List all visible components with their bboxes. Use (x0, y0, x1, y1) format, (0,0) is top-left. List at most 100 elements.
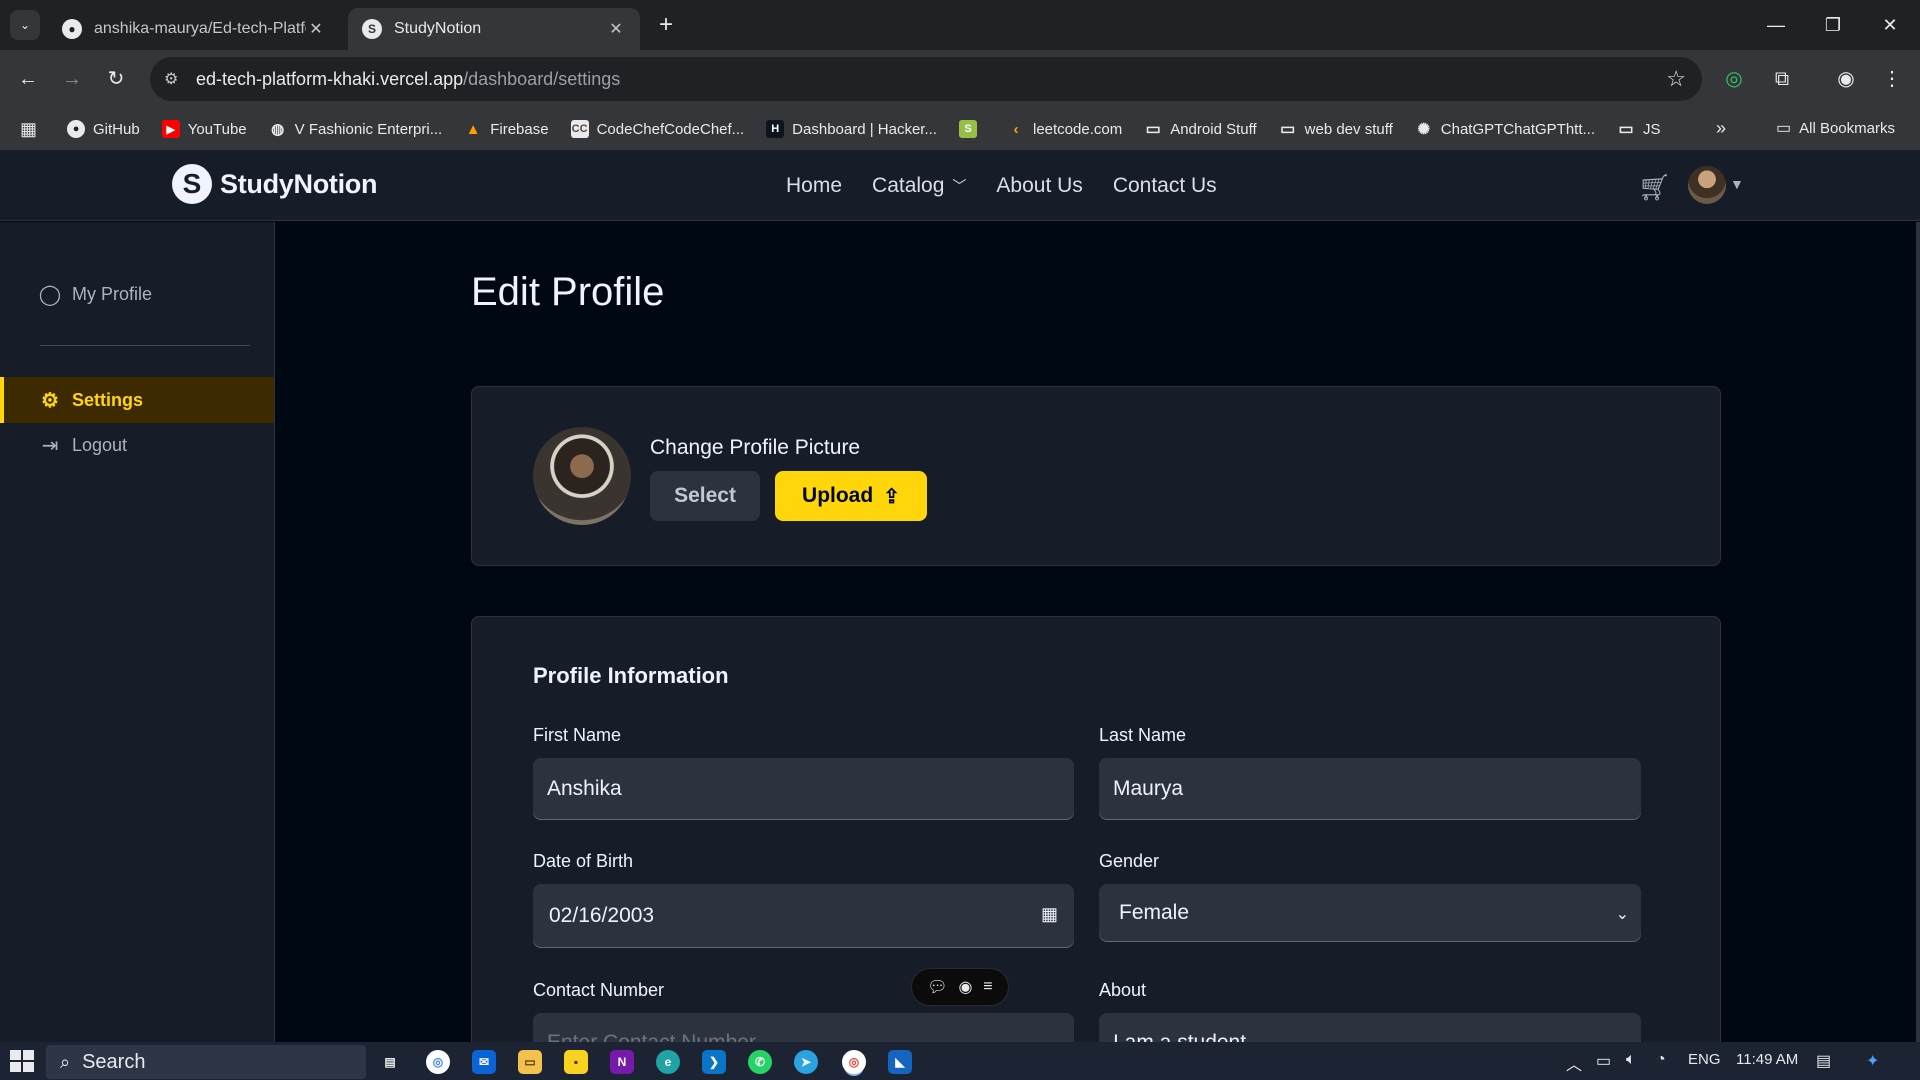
wifi-icon[interactable]: ◔ (1656, 1051, 1666, 1069)
sidebar-item-logout[interactable]: ⇥ Logout (0, 422, 274, 468)
sidebar-item-my-profile[interactable]: ◯ My Profile (0, 271, 274, 317)
bookmark-leetcode[interactable]: ‹ leetcode.com (1007, 120, 1122, 138)
notifications-icon[interactable]: ▤ (1816, 1051, 1831, 1071)
restore-icon[interactable]: ❐ (1815, 10, 1851, 40)
clock[interactable]: 11:49 AM (1736, 1051, 1798, 1068)
close-icon[interactable]: ✕ (606, 19, 626, 39)
address-bar[interactable]: ⚙ ed-tech-platform-khaki.vercel.app/dash… (150, 57, 1702, 101)
site-info-icon[interactable]: ⚙ (164, 69, 178, 89)
page-scrollbar[interactable] (1916, 222, 1920, 1042)
bookmark-codechef[interactable]: CC CodeChefCodeChef... (570, 120, 744, 138)
copilot-icon[interactable]: ✦ (1866, 1051, 1879, 1071)
page-title: Edit Profile (471, 270, 665, 314)
nav-catalog[interactable]: Catalog ﹀ (872, 174, 966, 198)
bookmark-youtube[interactable]: ▶ YouTube (161, 120, 247, 138)
back-icon[interactable]: ← (12, 63, 44, 95)
tab-search-button[interactable]: ⌄ (10, 10, 40, 40)
search-icon: ⌕ (60, 1051, 71, 1072)
chrome-icon[interactable]: ◎ (426, 1050, 450, 1074)
volume-icon[interactable]: 🔈︎ (1626, 1051, 1636, 1069)
mail-icon[interactable]: ✉ (472, 1050, 496, 1074)
profile-icon[interactable]: ◉ (1830, 63, 1862, 95)
url-path: /dashboard/settings (463, 68, 621, 89)
bookmark-label: GitHub (93, 120, 140, 138)
list-icon[interactable]: ≡ (983, 978, 992, 996)
windows-start-icon[interactable] (10, 1050, 34, 1072)
user-circle-icon: ◯ (38, 283, 62, 306)
bookmark-github[interactable]: ● GitHub (67, 120, 140, 138)
vscode-icon[interactable]: ❯ (702, 1050, 726, 1074)
chevron-down-icon: ﹀ (952, 178, 967, 194)
upload-button[interactable]: Upload ⇪ (775, 471, 927, 521)
chatgpt-icon: ✺ (1417, 121, 1431, 138)
brand-logo[interactable]: S StudyNotion (172, 164, 377, 204)
cart-icon[interactable]: 🛒︎ (1638, 172, 1671, 203)
dob-field[interactable]: 02/16/2003 ▦ (533, 884, 1074, 948)
tab-title: StudyNotion (394, 20, 482, 37)
last-name-label: Last Name (1099, 725, 1187, 745)
gender-label: Gender (1099, 851, 1160, 871)
bookmark-firebase[interactable]: ▲ Firebase (464, 120, 549, 138)
new-tab-button[interactable]: + (652, 12, 680, 40)
tab-studynotion[interactable]: S StudyNotion ✕ (348, 8, 640, 50)
apps-grid-icon[interactable]: ▦ (20, 119, 37, 140)
extensions-icon[interactable]: ⧉ (1766, 63, 1798, 95)
gender-select[interactable]: Female ⌄ (1099, 884, 1641, 942)
photos-icon[interactable]: ◣ (888, 1050, 912, 1074)
logout-icon: ⇥ (41, 434, 59, 457)
caret-down-icon[interactable]: ▼ (1730, 176, 1744, 192)
telegram-icon[interactable]: ➤ (794, 1050, 818, 1074)
eye-icon[interactable]: ◉ (958, 977, 972, 997)
forward-icon[interactable]: → (56, 63, 88, 95)
nav-about[interactable]: About Us (996, 174, 1082, 198)
bookmark-label: ChatGPTChatGPThtt... (1440, 120, 1595, 138)
select-button[interactable]: Select (650, 471, 760, 521)
more-bookmarks-icon[interactable]: » (1716, 118, 1726, 139)
close-icon[interactable]: ✕ (306, 19, 326, 39)
bookmark-label: leetcode.com (1032, 120, 1123, 138)
taskbar-search-label: Search (82, 1050, 146, 1073)
whatsapp-icon[interactable]: ✆ (748, 1050, 772, 1074)
bookmark-web-dev-stuff[interactable]: ▭ web dev stuff (1279, 120, 1393, 139)
studynotion-icon: S (362, 19, 382, 39)
last-name-value: Maurya (1113, 777, 1184, 800)
menu-kebab-icon[interactable]: ⋮ (1876, 63, 1908, 95)
bookmark-shopify[interactable]: S (958, 120, 985, 138)
minimize-icon[interactable]: — (1758, 10, 1794, 40)
language-indicator[interactable]: ENG (1688, 1051, 1721, 1068)
nav-contact[interactable]: Contact Us (1113, 174, 1217, 198)
grammarly-icon[interactable]: ◎ (1718, 63, 1750, 95)
bookmark-chatgpt[interactable]: ✺ ChatGPTChatGPThtt... (1415, 120, 1595, 139)
bookmark-label: web dev stuff (1304, 120, 1393, 138)
chrome-active-icon[interactable]: ◎ (842, 1050, 866, 1074)
calendar-icon[interactable]: ▦ (1041, 904, 1058, 925)
bookmark-label: YouTube (187, 120, 247, 138)
file-explorer-icon[interactable]: ▭ (518, 1050, 542, 1074)
comment-icon[interactable]: 💬︎ (927, 977, 947, 997)
last-name-field[interactable]: Maurya (1099, 758, 1641, 820)
battery-icon[interactable]: ▭ (1596, 1051, 1611, 1071)
taskbar-search[interactable]: ⌕ Search (46, 1045, 366, 1079)
bookmark-label: Firebase (490, 120, 549, 138)
bookmark-v-fashionic[interactable]: ◍ V Fashionic Enterpri... (269, 120, 442, 139)
upload-label: Upload (802, 484, 874, 507)
sidebar-item-settings[interactable]: ⚙ Settings (0, 377, 274, 423)
onenote-icon[interactable]: N (610, 1050, 634, 1074)
bookmark-hackerrank[interactable]: H Dashboard | Hacker... (766, 120, 937, 138)
tray-chevron-icon[interactable]: ︿ (1566, 1051, 1582, 1075)
all-bookmarks[interactable]: ▭ All Bookmarks (1776, 118, 1895, 138)
avatar[interactable] (1688, 166, 1726, 204)
bookmark-star-icon[interactable]: ☆ (1666, 66, 1686, 92)
window-close-icon[interactable]: ✕ (1872, 10, 1908, 40)
nav-home[interactable]: Home (786, 174, 842, 198)
github-icon: ● (67, 120, 86, 138)
task-view-icon[interactable]: ▤ (378, 1050, 402, 1074)
bookmark-android-stuff[interactable]: ▭ Android Stuff (1144, 120, 1257, 139)
reload-icon[interactable]: ↻ (100, 63, 132, 95)
edge-icon[interactable]: e (656, 1050, 680, 1074)
sticky-notes-icon[interactable]: ▪ (564, 1050, 588, 1074)
shopify-icon: S (958, 120, 977, 138)
bookmark-js[interactable]: ▭ JS (1617, 120, 1660, 139)
tab-github[interactable]: ● anshika-maurya/Ed-tech-Platfo ✕ (48, 8, 340, 50)
first-name-field[interactable]: Anshika (533, 758, 1074, 820)
